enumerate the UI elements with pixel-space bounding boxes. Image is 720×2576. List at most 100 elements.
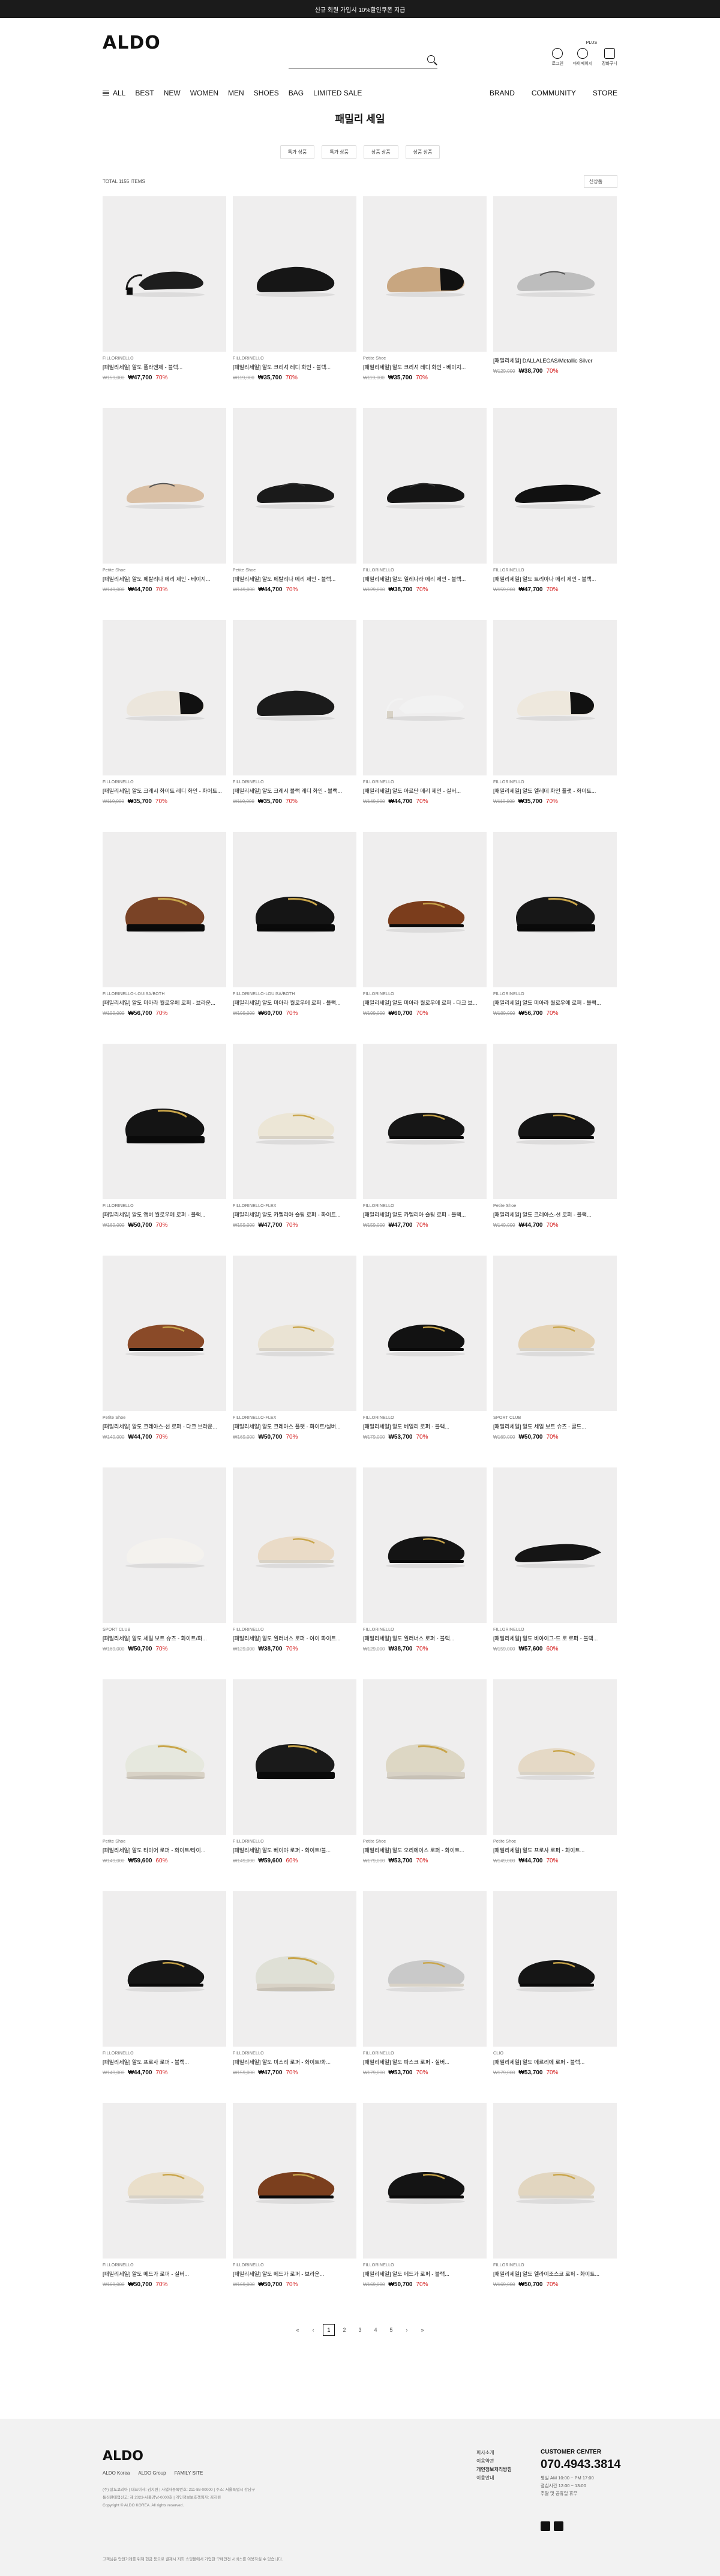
- product-name[interactable]: [패밀리세일] 알도 메드가 로퍼 - 브라운...: [233, 2270, 356, 2278]
- product-name[interactable]: [패밀리세일] 알도 트리아나 메리 제인 - 블랙...: [493, 575, 617, 583]
- product-name[interactable]: [패밀리세일] 알도 크레아스-선 로퍼 - 다크 브라운...: [103, 1422, 226, 1430]
- login-link[interactable]: 로그인: [552, 48, 563, 67]
- product-card[interactable]: FILLORINELLO [패밀리세일] 알도 파스크 로퍼 - 실버... ₩…: [363, 1891, 487, 2076]
- nav-community[interactable]: COMMUNITY: [532, 89, 576, 97]
- product-card[interactable]: CLIO [패밀리세일] 알도 메르리에 로퍼 - 블랙... ₩179,000…: [493, 1891, 617, 2076]
- product-card[interactable]: FILLORINELLO [패밀리세일] 알도 월러너스 로퍼 - 블랙... …: [363, 1467, 487, 1652]
- product-name[interactable]: [패밀리세일] 알도 타이어 로퍼 - 화이트/타이...: [103, 1846, 226, 1854]
- product-image[interactable]: [363, 832, 487, 987]
- product-image[interactable]: [233, 1256, 356, 1411]
- product-name[interactable]: [패밀리세일] 알도 아르단 메리 제인 - 실버...: [363, 787, 487, 795]
- product-image[interactable]: [233, 620, 356, 775]
- nav-women[interactable]: WOMEN: [190, 89, 218, 97]
- product-card[interactable]: FILLORINELLO [패밀리세일] 알도 플라엔제 - 블랙... ₩15…: [103, 196, 226, 381]
- product-name[interactable]: [패밀리세일] 알도 베일리 로퍼 - 블랙...: [363, 1422, 487, 1430]
- product-card[interactable]: Petite Shoe [패밀리세일] 알도 크레아스-선 로퍼 - 다크 브라…: [103, 1256, 226, 1440]
- product-image[interactable]: [233, 196, 356, 352]
- product-card[interactable]: FILLORINELLO [패밀리세일] 알도 트리아나 메리 제인 - 블랙.…: [493, 408, 617, 593]
- product-name[interactable]: [패밀리세일] 알도 미아라 월로우에 로퍼 - 브라운...: [103, 999, 226, 1007]
- product-image[interactable]: [363, 2103, 487, 2259]
- product-name[interactable]: [패밀리세일] 알도 페탈리나 메리 제인 - 블랙...: [233, 575, 356, 583]
- nav-shoes[interactable]: SHOES: [254, 89, 279, 97]
- product-name[interactable]: [패밀리세일] 알도 크리셔 레디 화인 - 베이지...: [363, 363, 487, 371]
- product-name[interactable]: [패밀리세일] 알도 메드가 로퍼 - 실버...: [103, 2270, 226, 2278]
- page-link[interactable]: 4: [370, 2324, 382, 2336]
- product-image[interactable]: [493, 1256, 617, 1411]
- product-name[interactable]: [패밀리세일] 알도 파스크 로퍼 - 실버...: [363, 2058, 487, 2066]
- nav-new[interactable]: NEW: [164, 89, 181, 97]
- product-name[interactable]: [패밀리세일] 알도 앰버 월로우에 로퍼 - 블랙...: [103, 1211, 226, 1218]
- product-image[interactable]: [103, 1679, 226, 1835]
- product-name[interactable]: [패밀리세일] DALLALEGAS/Metallic Silver: [493, 357, 617, 364]
- product-image[interactable]: [363, 1256, 487, 1411]
- product-card[interactable]: FILLORINELLO [패밀리세일] 알도 메드가 로퍼 - 블랙... ₩…: [363, 2103, 487, 2288]
- product-image[interactable]: [103, 832, 226, 987]
- product-name[interactable]: [패밀리세일] 알도 미아라 월로우에 로퍼 - 블랙...: [233, 999, 356, 1007]
- product-card[interactable]: [패밀리세일] DALLALEGAS/Metallic Silver ₩129,…: [493, 196, 617, 375]
- product-image[interactable]: [103, 1891, 226, 2047]
- product-image[interactable]: [233, 832, 356, 987]
- product-image[interactable]: [363, 408, 487, 564]
- product-card[interactable]: SPORT CLUB [패밀리세일] 알도 세일 보트 슈즈 - 골드... ₩…: [493, 1256, 617, 1440]
- product-card[interactable]: FILLORINELLO [패밀리세일] 알도 미아라 월로우에 로퍼 - 블랙…: [493, 832, 617, 1017]
- product-card[interactable]: Petite Shoe [패밀리세일] 알도 페탈리나 메리 제인 - 베이지.…: [103, 408, 226, 593]
- nav-brand[interactable]: BRAND: [490, 89, 515, 97]
- product-name[interactable]: [패밀리세일] 알도 세일 보트 슈즈 - 골드...: [493, 1422, 617, 1430]
- product-card[interactable]: FILLORINELLO [패밀리세일] 알도 엘레데 화인 플랫 - 화이트.…: [493, 620, 617, 805]
- product-name[interactable]: [패밀리세일] 알도 베이야 로퍼 - 화이트/블...: [233, 1846, 356, 1854]
- nav-all[interactable]: ALL: [103, 89, 125, 97]
- product-card[interactable]: FILLORINELLO [패밀리세일] 알도 메드가 로퍼 - 브라운... …: [233, 2103, 356, 2288]
- product-card[interactable]: FILLORINELLO [패밀리세일] 알도 엘라이조스코 로퍼 - 화이트.…: [493, 2103, 617, 2288]
- product-image[interactable]: [233, 1679, 356, 1835]
- product-card[interactable]: FILLORINELLO [패밀리세일] 알도 일레나라 메리 제인 - 블랙.…: [363, 408, 487, 593]
- mypage-link[interactable]: 마이페이지: [573, 48, 592, 67]
- product-image[interactable]: [493, 1467, 617, 1623]
- product-card[interactable]: FILLORINELLO [패밀리세일] 알도 미스리 로퍼 - 화이트/화..…: [233, 1891, 356, 2076]
- product-name[interactable]: [패밀리세일] 알도 월러너스 로퍼 - 블랙...: [363, 1634, 487, 1642]
- product-image[interactable]: [103, 620, 226, 775]
- product-card[interactable]: FILLORINELLO [패밀리세일] 알도 크레시 화이트 레디 화인 - …: [103, 620, 226, 805]
- product-card[interactable]: Petite Shoe [패밀리세일] 알도 프로사 로퍼 - 화이트... ₩…: [493, 1679, 617, 1864]
- sort-button[interactable]: 특가 상품: [322, 145, 356, 159]
- product-card[interactable]: FILLORINELLO [패밀리세일] 알도 월러너스 로퍼 - 아이 화이트…: [233, 1467, 356, 1652]
- product-card[interactable]: Petite Shoe [패밀리세일] 알도 타이어 로퍼 - 화이트/타이..…: [103, 1679, 226, 1864]
- product-image[interactable]: [493, 408, 617, 564]
- product-name[interactable]: [패밀리세일] 알도 엘라이조스코 로퍼 - 화이트...: [493, 2270, 617, 2278]
- product-image[interactable]: [363, 1044, 487, 1199]
- footer-menu-item[interactable]: 이용안내: [476, 2474, 512, 2482]
- product-image[interactable]: [233, 1044, 356, 1199]
- product-card[interactable]: FILLORINELLO-LOUISA/BOTH [패밀리세일] 알도 미아라 …: [233, 832, 356, 1017]
- product-card[interactable]: Petite Shoe [패밀리세일] 알도 크리셔 레디 화인 - 베이지..…: [363, 196, 487, 381]
- page-link[interactable]: »: [416, 2324, 428, 2336]
- product-name[interactable]: [패밀리세일] 알도 카멜리아 숄팅 로퍼 - 화이트...: [233, 1211, 356, 1218]
- product-image[interactable]: [363, 1679, 487, 1835]
- search-icon[interactable]: [427, 55, 435, 63]
- product-card[interactable]: SPORT CLUB [패밀리세일] 알도 세일 보트 슈즈 - 화이트/화..…: [103, 1467, 226, 1652]
- product-image[interactable]: [103, 1256, 226, 1411]
- product-name[interactable]: [패밀리세일] 알도 크레아스 플랫 - 화이트/실버...: [233, 1422, 356, 1430]
- product-card[interactable]: Petite Shoe [패밀리세일] 알도 페탈리나 메리 제인 - 블랙..…: [233, 408, 356, 593]
- product-name[interactable]: [패밀리세일] 알도 플라엔제 - 블랙...: [103, 363, 226, 371]
- product-image[interactable]: [103, 1467, 226, 1623]
- product-image[interactable]: [493, 1044, 617, 1199]
- product-image[interactable]: [493, 1891, 617, 2047]
- product-name[interactable]: [패밀리세일] 알도 크레아스-선 로퍼 - 블랙...: [493, 1211, 617, 1218]
- product-name[interactable]: [패밀리세일] 알도 비아이그-드 로 로퍼 - 블랙...: [493, 1634, 617, 1642]
- product-image[interactable]: [103, 408, 226, 564]
- product-card[interactable]: FILLORINELLO [패밀리세일] 알도 비아이그-드 로 로퍼 - 블랙…: [493, 1467, 617, 1652]
- product-card[interactable]: Petite Shoe [패밀리세일] 알도 크레아스-선 로퍼 - 블랙...…: [493, 1044, 617, 1229]
- sort-button[interactable]: 상품 상품: [405, 145, 440, 159]
- product-image[interactable]: [363, 1891, 487, 2047]
- kakao-icon[interactable]: [554, 2521, 563, 2531]
- instagram-icon[interactable]: [541, 2521, 550, 2531]
- product-name[interactable]: [패밀리세일] 알도 미스리 로퍼 - 화이트/화...: [233, 2058, 356, 2066]
- product-image[interactable]: [363, 196, 487, 352]
- sort-button[interactable]: 상품 상품: [364, 145, 398, 159]
- product-card[interactable]: FILLORINELLO [패밀리세일] 알도 카멜리아 숄팅 로퍼 - 블랙.…: [363, 1044, 487, 1229]
- product-card[interactable]: FILLORINELLO [패밀리세일] 알도 미아라 월로우에 로퍼 - 다크…: [363, 832, 487, 1017]
- product-name[interactable]: [패밀리세일] 알도 프로사 로퍼 - 블랙...: [103, 2058, 226, 2066]
- product-card[interactable]: FILLORINELLO [패밀리세일] 알도 아르단 메리 제인 - 실버..…: [363, 620, 487, 805]
- product-card[interactable]: FILLORINELLO [패밀리세일] 알도 베이야 로퍼 - 화이트/블..…: [233, 1679, 356, 1864]
- footer-link[interactable]: ALDO Group: [138, 2470, 166, 2476]
- nav-limited-sale[interactable]: LIMITED SALE: [313, 89, 362, 97]
